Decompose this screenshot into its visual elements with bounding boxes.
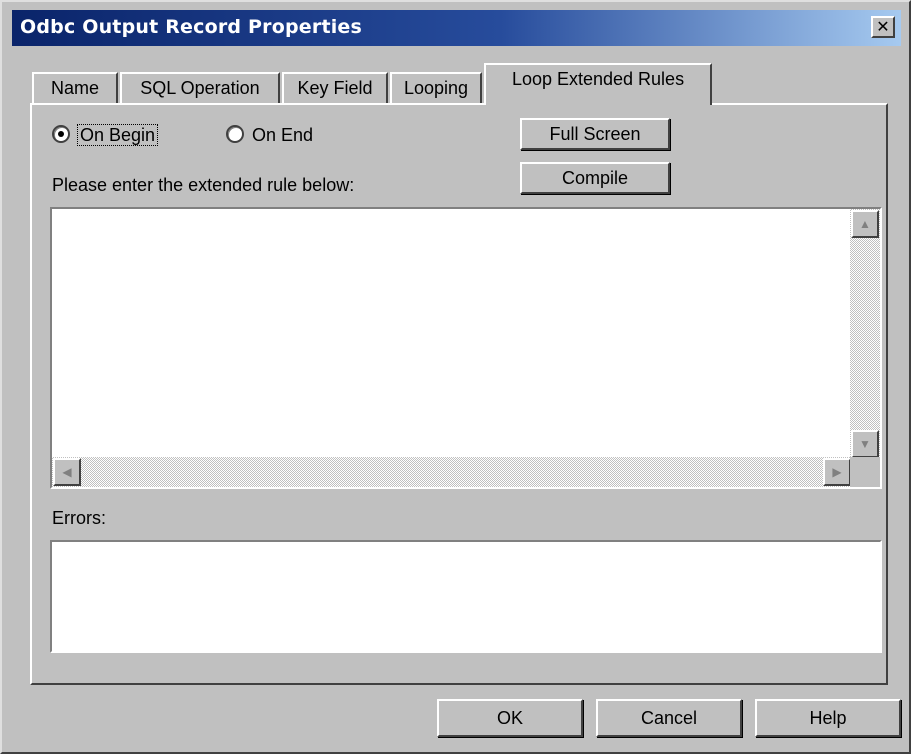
errors-label: Errors: xyxy=(52,508,106,528)
tab-sql-operation[interactable]: SQL Operation xyxy=(120,72,280,104)
tab-loop-extended-rules[interactable]: Loop Extended Rules xyxy=(484,63,712,105)
rule-editor[interactable]: ▲ ▼ ◀ ▶ xyxy=(50,207,882,489)
tab-key-field-label: Key Field xyxy=(297,78,373,98)
scroll-down-icon[interactable]: ▼ xyxy=(851,430,879,458)
on-begin-label: On Begin xyxy=(76,124,159,146)
tab-looping[interactable]: Looping xyxy=(390,72,482,104)
on-end-radio[interactable]: On End xyxy=(226,122,313,150)
editor-prompt: Please enter the extended rule below: xyxy=(52,175,355,195)
horizontal-scrollbar[interactable]: ◀ ▶ xyxy=(52,457,852,487)
help-button[interactable]: Help xyxy=(755,699,901,737)
dialog-window: Odbc Output Record Properties ✕ Name SQL… xyxy=(0,0,911,754)
radio-checked-indicator xyxy=(52,125,70,143)
on-end-label: On End xyxy=(252,125,314,145)
tab-name-label: Name xyxy=(50,78,99,98)
radio-unchecked-indicator xyxy=(226,125,244,143)
title-bar[interactable]: Odbc Output Record Properties ✕ xyxy=(12,10,901,46)
close-button[interactable]: ✕ xyxy=(871,16,895,38)
vertical-scrollbar[interactable]: ▲ ▼ xyxy=(850,209,880,459)
full-screen-button[interactable]: Full Screen xyxy=(520,118,670,150)
close-icon: ✕ xyxy=(876,17,890,36)
compile-button[interactable]: Compile xyxy=(520,162,670,194)
tab-key-field[interactable]: Key Field xyxy=(282,72,388,104)
on-begin-radio[interactable]: On Begin xyxy=(52,122,159,150)
scroll-up-icon[interactable]: ▲ xyxy=(851,210,879,238)
tab-looping-label: Looping xyxy=(403,78,469,98)
tab-loop-extended-rules-label: Loop Extended Rules xyxy=(511,69,685,89)
errors-box[interactable] xyxy=(50,540,882,653)
ok-button[interactable]: OK xyxy=(437,699,583,737)
window-title: Odbc Output Record Properties xyxy=(20,16,363,38)
scroll-corner xyxy=(850,457,880,487)
tab-name[interactable]: Name xyxy=(32,72,118,104)
tab-sql-operation-label: SQL Operation xyxy=(140,78,260,98)
cancel-button[interactable]: Cancel xyxy=(596,699,742,737)
scroll-right-icon[interactable]: ▶ xyxy=(823,458,851,486)
scroll-left-icon[interactable]: ◀ xyxy=(53,458,81,486)
